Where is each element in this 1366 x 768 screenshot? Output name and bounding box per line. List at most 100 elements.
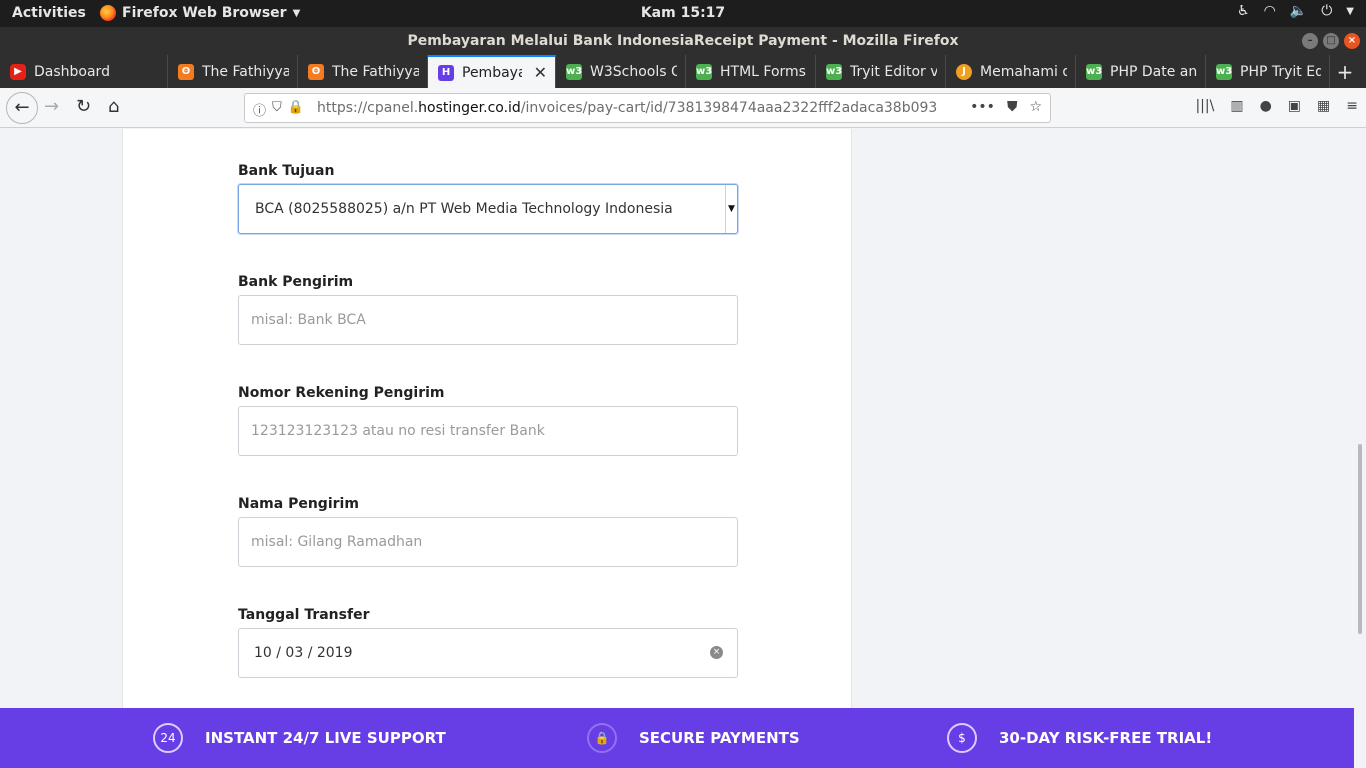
bank-tujuan-select[interactable]: BCA (8025588025) a/n PT Web Media Techno… [238, 184, 738, 234]
tab-tryit-editor[interactable]: w3 Tryit Editor v [816, 55, 946, 88]
field-bank-pengirim: Bank Pengirim misal: Bank BCA [238, 274, 738, 345]
tab-the-fathiyyah-2[interactable]: ʘ The Fathiyyah [298, 55, 428, 88]
field-nomor-rekening: Nomor Rekening Pengirim 123123123123 ata… [238, 385, 738, 456]
promo-secure-text: SECURE PAYMENTS [639, 729, 800, 747]
support-24-icon: 24 [153, 723, 183, 753]
w3schools-icon: w3 [696, 63, 712, 80]
url-bar-icons: ⓘ ⛉ 🔒 [253, 100, 304, 119]
field-label: Bank Pengirim [238, 274, 354, 290]
clear-date-icon[interactable]: × [710, 646, 723, 659]
date-value: 10 / 03 / 2019 [254, 645, 353, 661]
volume-icon[interactable]: 🔈 [1290, 3, 1307, 19]
youtube-icon: ▶ [10, 63, 26, 80]
tab-label: HTML Forms [720, 63, 806, 80]
firefox-icon [100, 5, 116, 21]
accessibility-icon[interactable]: ♿ [1237, 3, 1250, 19]
promo-trial: $ 30-DAY RISK-FREE TRIAL! [947, 723, 1212, 753]
minimize-button[interactable]: – [1302, 33, 1318, 49]
nav-bar: ← → ↻ ⌂ ⓘ ⛉ 🔒 https://cpanel.hostinger.c… [0, 88, 1366, 128]
tab-bar: ▶ Dashboard ʘ The Fathiyyah ʘ The Fathiy… [0, 55, 1366, 88]
close-tab-icon[interactable]: ✕ [534, 63, 547, 82]
toolbar-icons: |||\ ▥ ● ▣ ▦ ≡ [1195, 98, 1358, 114]
field-label: Nomor Rekening Pengirim [238, 385, 445, 401]
chevron-down-icon: ▼ [292, 7, 301, 19]
back-button[interactable]: ← [6, 92, 38, 124]
system-tray[interactable]: ♿ ◠ 🔈 ⏻ ▼ [1237, 3, 1354, 19]
close-button[interactable]: × [1344, 33, 1360, 49]
extension-icon[interactable]: ▣ [1288, 98, 1301, 114]
tab-label: W3Schools O [590, 63, 677, 80]
hamburger-menu-icon[interactable]: ≡ [1346, 98, 1358, 114]
tanggal-transfer-input[interactable]: 10 / 03 / 2019 × [238, 628, 738, 678]
url-bar-actions: ••• ⛊ ☆ [970, 99, 1042, 115]
dollar-icon: $ [947, 723, 977, 753]
field-nama-pengirim: Nama Pengirim misal: Gilang Ramadhan [238, 496, 738, 567]
tab-the-fathiyyah[interactable]: ʘ The Fathiyyah [168, 55, 298, 88]
new-tab-button[interactable]: + [1330, 55, 1360, 88]
tab-dashboard[interactable]: ▶ Dashboard [0, 55, 168, 88]
w3schools-icon: w3 [566, 63, 582, 80]
power-icon[interactable]: ⏻ [1321, 3, 1332, 19]
promo-support: 24 INSTANT 24/7 LIVE SUPPORT [153, 723, 446, 753]
field-tanggal-transfer: Tanggal Transfer 10 / 03 / 2019 × [238, 607, 738, 678]
app-menu[interactable]: Firefox Web Browser ▼ [100, 5, 300, 21]
pocket-icon[interactable]: ⛊ [1007, 99, 1018, 115]
w3schools-icon: w3 [1086, 63, 1102, 80]
promo-support-text: INSTANT 24/7 LIVE SUPPORT [205, 729, 446, 747]
nama-pengirim-input[interactable]: misal: Gilang Ramadhan [238, 517, 738, 567]
tab-label: Dashboard [34, 63, 110, 80]
window-title: Pembayaran Melalui Bank IndonesiaReceipt… [407, 33, 959, 49]
tab-w3schools[interactable]: w3 W3Schools O [556, 55, 686, 88]
app-menu-label: Firefox Web Browser [122, 5, 287, 21]
w3schools-icon: w3 [1216, 63, 1232, 80]
system-top-bar: Activities Firefox Web Browser ▼ Kam 15:… [0, 0, 1366, 27]
tab-label: Tryit Editor v [850, 63, 937, 80]
maximize-button[interactable]: □ [1323, 33, 1339, 49]
activities-button[interactable]: Activities [12, 5, 86, 21]
page-content: Bank Tujuan BCA (8025588025) a/n PT Web … [0, 129, 1366, 768]
info-icon[interactable]: ⓘ [253, 100, 266, 119]
payment-form-card: Bank Tujuan BCA (8025588025) a/n PT Web … [122, 129, 852, 729]
promo-trial-text: 30-DAY RISK-FREE TRIAL! [999, 729, 1213, 747]
field-bank-tujuan: Bank Tujuan BCA (8025588025) a/n PT Web … [238, 163, 738, 234]
hostinger-icon: H [438, 64, 454, 81]
field-label: Nama Pengirim [238, 496, 359, 512]
sidebar-icon[interactable]: ▥ [1230, 98, 1243, 114]
scrollbar-gutter [1354, 708, 1366, 768]
bookmark-star-icon[interactable]: ☆ [1029, 99, 1042, 115]
w3schools-icon: w3 [826, 63, 842, 80]
url-bar[interactable]: ⓘ ⛉ 🔒 https://cpanel.hostinger.co.id/inv… [244, 93, 1051, 123]
chevron-down-icon[interactable]: ▼ [1346, 6, 1354, 17]
forward-button[interactable]: → [44, 96, 59, 117]
promo-bar: 24 INSTANT 24/7 LIVE SUPPORT 🔒 SECURE PA… [0, 708, 1354, 768]
tab-label: Memahami d [980, 63, 1067, 80]
page-scrollbar[interactable] [1358, 444, 1362, 634]
tab-memahami[interactable]: J Memahami d [946, 55, 1076, 88]
tab-label: The Fathiyyah [332, 63, 419, 80]
account-icon[interactable]: ● [1260, 98, 1272, 114]
xampp-icon: ʘ [308, 63, 324, 80]
tab-label: The Fathiyyah [202, 63, 289, 80]
wifi-icon[interactable]: ◠ [1264, 3, 1276, 19]
lock-icon[interactable]: 🔒 [288, 100, 304, 119]
page-actions-icon[interactable]: ••• [970, 99, 995, 115]
tab-label: Pembayaran [462, 64, 522, 81]
tracking-shield-icon[interactable]: ⛉ [272, 100, 282, 119]
window-titlebar: Pembayaran Melalui Bank IndonesiaReceipt… [0, 27, 1366, 55]
url-text[interactable]: https://cpanel.hostinger.co.id/invoices/… [317, 100, 937, 116]
promo-secure: 🔒 SECURE PAYMENTS [587, 723, 800, 753]
nomor-rekening-input[interactable]: 123123123123 atau no resi transfer Bank [238, 406, 738, 456]
tab-pembayaran[interactable]: H Pembayaran ✕ [428, 55, 556, 88]
tab-html-forms[interactable]: w3 HTML Forms [686, 55, 816, 88]
tab-label: PHP Tryit Edi [1240, 63, 1321, 80]
dropdown-arrow-icon[interactable]: ▼ [725, 185, 737, 233]
library-icon[interactable]: |||\ [1195, 98, 1214, 114]
extension-icon-2[interactable]: ▦ [1317, 98, 1330, 114]
tab-php-tryit[interactable]: w3 PHP Tryit Edi [1206, 55, 1330, 88]
reload-button[interactable]: ↻ [76, 96, 91, 117]
lock-icon: 🔒 [587, 723, 617, 753]
bank-pengirim-input[interactable]: misal: Bank BCA [238, 295, 738, 345]
xampp-icon: ʘ [178, 63, 194, 80]
home-button[interactable]: ⌂ [108, 96, 119, 117]
tab-php-date[interactable]: w3 PHP Date and [1076, 55, 1206, 88]
